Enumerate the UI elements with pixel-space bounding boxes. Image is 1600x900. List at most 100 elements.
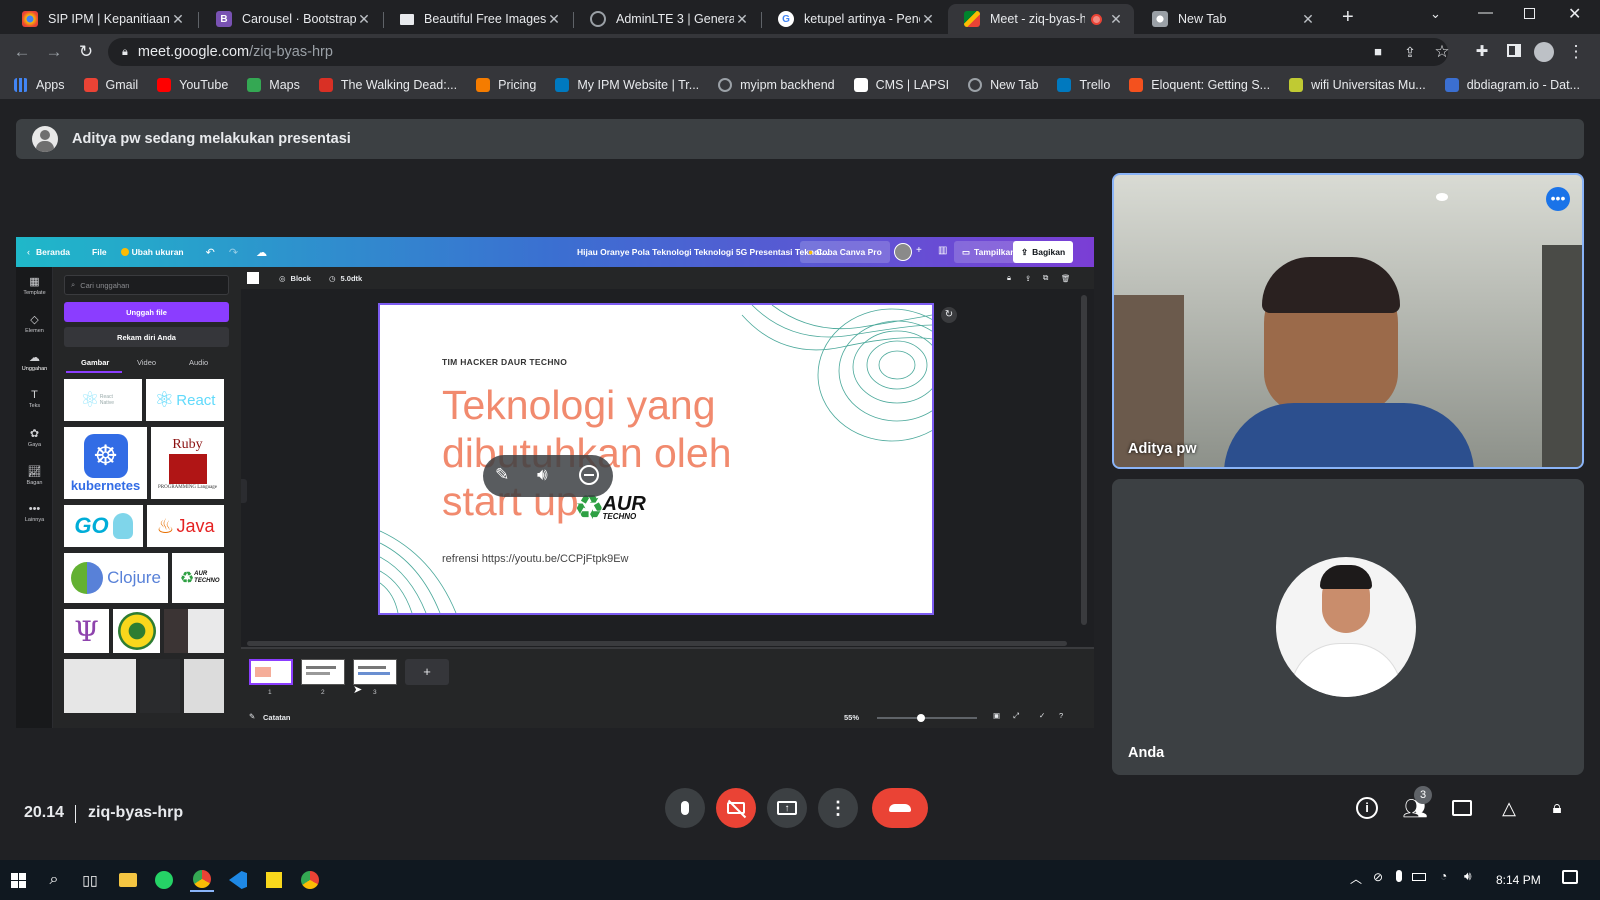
bookmark-item[interactable]: Eloquent: Getting S... xyxy=(1129,77,1270,92)
upload-thumb-java[interactable]: ♨ Java xyxy=(147,505,224,547)
tab-new-tab[interactable]: New Tab ✕ xyxy=(1136,4,1326,34)
page-view-icon[interactable]: ▣ xyxy=(993,711,1000,720)
present-screen-button[interactable]: ↑ xyxy=(767,788,807,828)
tab-carousel-bootstrap[interactable]: B Carousel · Bootstrap v5 ✕ xyxy=(200,4,382,34)
vscode-icon[interactable] xyxy=(226,868,250,892)
color-swatch[interactable] xyxy=(247,272,259,284)
subtab-video[interactable]: Video xyxy=(137,358,156,367)
forward-arrow-icon[interactable]: → xyxy=(44,42,64,62)
add-collaborator-icon[interactable]: + xyxy=(916,245,922,256)
page-thumbnail[interactable] xyxy=(249,659,293,685)
canva-try-pro-button[interactable]: ● Coba Canva Pro xyxy=(800,241,890,263)
strip-scrollbar[interactable] xyxy=(247,641,1067,646)
upload-thumb-go[interactable]: GO xyxy=(64,505,143,547)
upload-thumb-clojure[interactable]: Clojure xyxy=(64,553,168,603)
bookmark-item[interactable]: dbdiagram.io - Dat... xyxy=(1444,77,1580,92)
bookmark-item[interactable]: Maps xyxy=(247,77,300,92)
close-icon[interactable]: ✕ xyxy=(734,11,750,28)
page-thumbnail[interactable] xyxy=(353,659,397,685)
task-view-icon[interactable]: ▯▯ xyxy=(78,868,102,892)
chrome-taskbar-icon[interactable] xyxy=(190,868,214,892)
analytics-icon[interactable]: ▥ xyxy=(938,245,947,256)
upload-thumb-kubernetes[interactable]: ☸ kubernetes xyxy=(64,427,147,499)
bookmark-item[interactable]: My IPM Website | Tr... xyxy=(555,77,699,92)
back-arrow-icon[interactable]: ← xyxy=(12,42,32,62)
tab-sip-ipm[interactable]: SIP IPM | Kepanitiaan ✕ xyxy=(6,4,196,34)
tab-adminlte[interactable]: AdminLTE 3 | General Fo ✕ xyxy=(574,4,760,34)
zoom-slider-knob[interactable] xyxy=(917,714,925,722)
file-explorer-icon[interactable] xyxy=(116,868,140,892)
bookmark-item[interactable]: The Walking Dead:... xyxy=(318,77,457,92)
participant-tile-self[interactable]: Anda xyxy=(1112,479,1584,775)
address-bar[interactable]: 🔒︎ meet.google.com/ziq-byas-hrp xyxy=(108,38,1448,66)
duration-label[interactable]: 5.0dtk xyxy=(341,274,363,283)
help-icon[interactable]: ? xyxy=(1059,711,1063,720)
fullscreen-icon[interactable]: ⤢ xyxy=(1013,711,1019,721)
refresh-animation-icon[interactable]: ↻ xyxy=(941,307,957,323)
windows-start-icon[interactable] xyxy=(6,868,30,892)
record-yourself-button[interactable]: Rekam diri Anda xyxy=(64,327,229,347)
redo-icon[interactable]: ↷ xyxy=(229,246,238,259)
share-page-icon[interactable]: ⇪ xyxy=(1400,42,1420,62)
canva-sidebar-item[interactable]: T Teks xyxy=(16,389,53,409)
bookmark-item[interactable]: CMS | LAPSI xyxy=(853,77,949,92)
bookmark-item[interactable]: Apps xyxy=(14,77,65,92)
delete-page-icon[interactable]: 🗑︎ xyxy=(1061,274,1071,283)
animation-icon[interactable]: ◎ xyxy=(279,274,286,283)
upload-thumb-photo-2[interactable] xyxy=(64,659,136,713)
duplicate-page-icon[interactable]: ⧉ xyxy=(1043,273,1048,283)
close-window-icon[interactable]: ✕ xyxy=(1568,4,1581,24)
canva-sidebar-item[interactable]: ☁ Unggahan xyxy=(16,351,53,372)
upload-thumb-psi[interactable]: Ψ xyxy=(64,609,109,653)
tab-search-chevron-icon[interactable]: ⌄ xyxy=(1430,6,1441,22)
bookmark-item[interactable]: New Tab xyxy=(968,77,1038,92)
subtab-audio[interactable]: Audio xyxy=(189,358,208,367)
uploads-search-input[interactable]: ⌕ Cari unggahan xyxy=(64,275,229,295)
canva-home[interactable]: Beranda xyxy=(36,247,70,257)
back-chevron-icon[interactable]: ‹ xyxy=(27,247,30,257)
undo-icon[interactable]: ↶ xyxy=(206,246,215,259)
notes-icon[interactable]: ✎ xyxy=(249,712,255,721)
zoom-slider[interactable] xyxy=(877,714,977,722)
notes-label[interactable]: Catatan xyxy=(263,713,291,722)
canva-sidebar-item[interactable]: ▦ Template xyxy=(16,275,53,296)
upload-thumb-react-native[interactable]: ⚛ React Native xyxy=(64,379,142,421)
host-controls-button[interactable]: 🔒︎ xyxy=(1542,793,1572,823)
new-tab-button[interactable]: + xyxy=(1342,6,1354,29)
chrome-profile-taskbar-icon[interactable] xyxy=(298,868,322,892)
upload-file-button[interactable]: Unggah file xyxy=(64,302,229,322)
upload-thumb-photo-4[interactable] xyxy=(184,659,224,713)
panel-collapse-handle[interactable] xyxy=(241,479,247,503)
close-icon[interactable]: ✕ xyxy=(170,11,186,28)
editor-scrollbar[interactable] xyxy=(1081,295,1087,625)
block-label[interactable]: Block xyxy=(291,274,311,283)
canva-sidebar-item[interactable]: 📈︎ Bagan xyxy=(16,465,53,486)
microphone-tray-icon[interactable] xyxy=(1396,870,1402,882)
canva-sidebar-item[interactable]: ◇ Elemen xyxy=(16,313,53,334)
close-icon[interactable]: ✕ xyxy=(1108,11,1124,28)
leave-call-button[interactable] xyxy=(872,788,928,828)
side-panel-icon[interactable] xyxy=(1504,42,1524,62)
tab-free-images[interactable]: Beautiful Free Images & ✕ xyxy=(384,4,572,34)
volume-tray-icon[interactable]: 🔊︎ xyxy=(1464,869,1472,884)
close-icon[interactable]: ✕ xyxy=(920,11,936,28)
lock-icon[interactable]: 🔒︎ xyxy=(1007,273,1011,283)
close-icon[interactable]: ✕ xyxy=(1300,11,1316,28)
more-options-button[interactable]: ⋮ xyxy=(818,788,858,828)
remove-icon[interactable] xyxy=(579,465,599,485)
canva-file-menu[interactable]: File xyxy=(92,247,107,257)
camera-off-button[interactable] xyxy=(716,788,756,828)
sticky-notes-icon[interactable] xyxy=(262,868,286,892)
activities-button[interactable]: △ xyxy=(1494,793,1524,823)
subtab-images[interactable]: Gambar xyxy=(81,358,109,367)
upload-thumb-react[interactable]: ⚛ React xyxy=(146,379,224,421)
meeting-details-button[interactable]: i xyxy=(1352,793,1382,823)
canva-share-button[interactable]: ⇪ Bagikan xyxy=(1013,241,1074,263)
microphone-button[interactable] xyxy=(665,788,705,828)
minimize-icon[interactable]: — xyxy=(1478,4,1493,21)
notification-center-icon[interactable] xyxy=(1562,870,1578,884)
canva-resize[interactable]: Ubah ukuran xyxy=(132,247,184,257)
bookmark-star-icon[interactable]: ☆ xyxy=(1432,42,1452,62)
profile-avatar-icon[interactable] xyxy=(1534,42,1554,62)
upload-thumb-photo-3[interactable] xyxy=(140,659,180,713)
